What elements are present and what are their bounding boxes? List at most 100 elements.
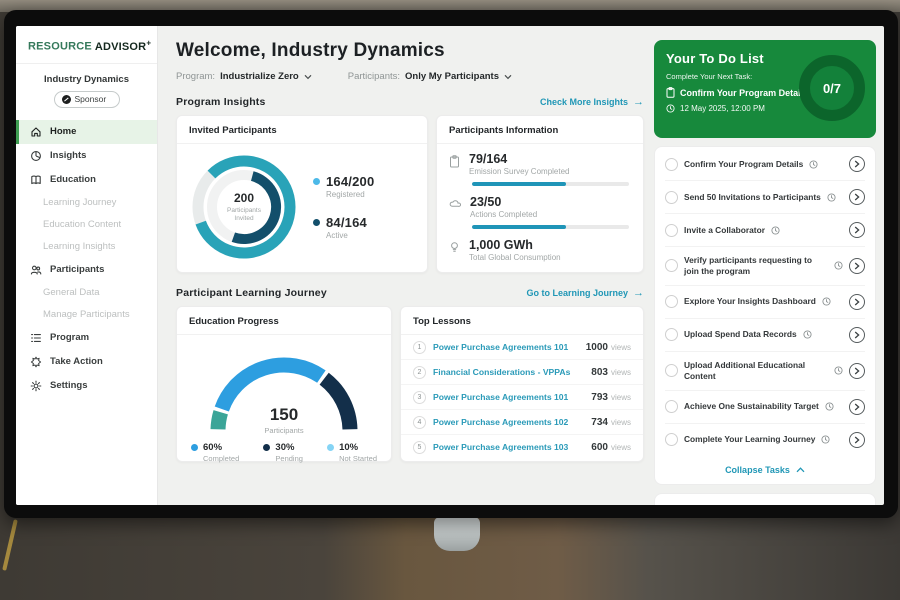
task-row: Send 50 Invitations to Participants: [665, 181, 865, 214]
task-checkbox[interactable]: [665, 295, 678, 308]
lesson-row[interactable]: 5 Power Purchase Agreements 103 600views: [401, 435, 643, 459]
check-more-insights-link[interactable]: Check More Insights →: [540, 97, 644, 108]
sidebar-item-manage-participants[interactable]: Manage Participants: [16, 304, 157, 326]
survey-progress-bar: [472, 182, 629, 186]
chevron-right-icon: [854, 331, 860, 339]
sidebar-item-learning-insights[interactable]: Learning Insights: [16, 236, 157, 258]
sidebar-item-label: Education Content: [43, 219, 121, 230]
participants-filter[interactable]: Participants: Only My Participants: [348, 71, 512, 82]
task-checkbox[interactable]: [665, 328, 678, 341]
chevron-down-icon: [504, 74, 512, 80]
task-checkbox[interactable]: [665, 364, 678, 377]
task-open-button[interactable]: [849, 363, 865, 379]
link-label: Go to Learning Journey: [526, 288, 628, 298]
sidebar-item-label: Insights: [50, 150, 86, 161]
task-open-button[interactable]: [849, 327, 865, 343]
task-checkbox[interactable]: [665, 224, 678, 237]
sidebar-item-label: Manage Participants: [43, 309, 130, 320]
lesson-row[interactable]: 4 Power Purchase Agreements 102 734views: [401, 410, 643, 435]
sidebar-item-home[interactable]: Home: [16, 120, 157, 144]
metric-survey: 79/164 Emission Survey Completed: [449, 152, 631, 176]
program-icon: [30, 332, 42, 344]
sidebar-item-insights[interactable]: Insights: [16, 144, 157, 168]
task-label: Explore Your Insights Dashboard: [684, 296, 816, 307]
sidebar-item-general-data[interactable]: General Data: [16, 282, 157, 304]
task-checkbox[interactable]: [665, 259, 678, 272]
collapse-tasks-link[interactable]: Collapse Tasks: [665, 456, 865, 480]
sidebar-item-settings[interactable]: Settings: [16, 374, 157, 398]
task-clock-icon: [822, 297, 831, 306]
task-open-button[interactable]: [849, 399, 865, 415]
lesson-row[interactable]: 2 Financial Considerations - VPPAs 803vi…: [401, 360, 643, 385]
invited-participants-title: Invited Participants: [177, 116, 427, 144]
sidebar-item-education[interactable]: Education: [16, 168, 157, 192]
lesson-row[interactable]: 3 Power Purchase Agreements 101 793views: [401, 385, 643, 410]
task-open-button[interactable]: [849, 258, 865, 274]
lesson-views: 793: [591, 392, 608, 403]
task-clock-icon: [827, 193, 836, 202]
task-open-button[interactable]: [849, 294, 865, 310]
participants-information-card: Participants Information 79/164 Emission…: [436, 115, 644, 273]
views-suffix: views: [611, 418, 631, 427]
legend-dot: [191, 444, 198, 451]
participants-filter-value: Only My Participants: [405, 71, 499, 82]
todo-due-label: 12 May 2025, 12:00 PM: [680, 104, 765, 113]
task-checkbox[interactable]: [665, 400, 678, 413]
task-checkbox[interactable]: [665, 158, 678, 171]
sidebar-item-label: Settings: [50, 380, 87, 391]
program-insights-header: Program Insights Check More Insights →: [176, 96, 644, 108]
legend-value: 60%: [203, 442, 239, 453]
logo-advisor: ADVISOR+: [95, 41, 151, 53]
metric-actions: 23/50 Actions Completed: [449, 195, 631, 219]
donut-center-value: 200: [234, 191, 254, 205]
task-row: Upload Additional Educational Content: [665, 352, 865, 391]
arrow-right-icon: →: [633, 97, 644, 108]
metric-label: Emission Survey Completed: [469, 167, 569, 176]
sidebar-item-take-action[interactable]: Take Action: [16, 350, 157, 374]
sidebar-item-program[interactable]: Program: [16, 326, 157, 350]
learning-journey-header: Participant Learning Journey Go to Learn…: [176, 287, 644, 299]
legend-value: 164/200: [326, 174, 374, 189]
task-row: Achieve One Sustainability Target: [665, 391, 865, 424]
chevron-down-icon: [304, 74, 312, 80]
sidebar-item-label: Learning Journey: [43, 197, 116, 208]
insights-cards-row: Invited Participants 200 Participants In…: [176, 115, 644, 273]
metric-value: 23/50: [470, 195, 537, 209]
lesson-link[interactable]: Power Purchase Agreements 103: [433, 442, 584, 452]
sidebar-item-label: Take Action: [50, 356, 103, 367]
task-clock-icon: [834, 261, 843, 270]
sidebar-item-learning-journey[interactable]: Learning Journey: [16, 192, 157, 214]
task-open-button[interactable]: [849, 156, 865, 172]
lesson-link[interactable]: Power Purchase Agreements 101: [433, 392, 584, 402]
invited-participants-card: Invited Participants 200 Participants In…: [176, 115, 428, 273]
gauge-chart: 150 Participants: [192, 339, 376, 435]
task-checkbox[interactable]: [665, 191, 678, 204]
sidebar-item-participants[interactable]: Participants: [16, 258, 157, 282]
task-open-button[interactable]: [849, 222, 865, 238]
lesson-link[interactable]: Financial Considerations - VPPAs: [433, 367, 584, 377]
task-clock-icon: [809, 160, 818, 169]
lesson-row[interactable]: 1 Power Purchase Agreements 101 1000view…: [401, 335, 643, 360]
sidebar-item-education-content[interactable]: Education Content: [16, 214, 157, 236]
program-filter[interactable]: Program: Industrialize Zero: [176, 71, 312, 82]
task-clock-icon: [803, 330, 812, 339]
legend-label: Completed: [203, 454, 239, 463]
chevron-right-icon: [854, 160, 860, 168]
task-checkbox[interactable]: [665, 433, 678, 446]
education-icon: [30, 174, 42, 186]
sponsor-badge[interactable]: Sponsor: [54, 91, 120, 108]
task-label: Upload Spend Data Records: [684, 329, 797, 340]
todo-progress-ring: 0/7: [799, 55, 865, 121]
go-to-learning-journey-link[interactable]: Go to Learning Journey →: [526, 288, 644, 299]
collapse-label: Collapse Tasks: [725, 465, 790, 475]
task-open-button[interactable]: [849, 432, 865, 448]
task-open-button[interactable]: [849, 189, 865, 205]
task-clock-icon: [825, 402, 834, 411]
legend-dot: [313, 178, 320, 185]
arrow-right-icon: →: [633, 288, 644, 299]
task-row: Explore Your Insights Dashboard: [665, 286, 865, 319]
views-suffix: views: [611, 343, 631, 352]
lesson-link[interactable]: Power Purchase Agreements 102: [433, 417, 584, 427]
metric-value: 1,000 GWh: [469, 238, 561, 252]
lesson-link[interactable]: Power Purchase Agreements 101: [433, 342, 579, 352]
